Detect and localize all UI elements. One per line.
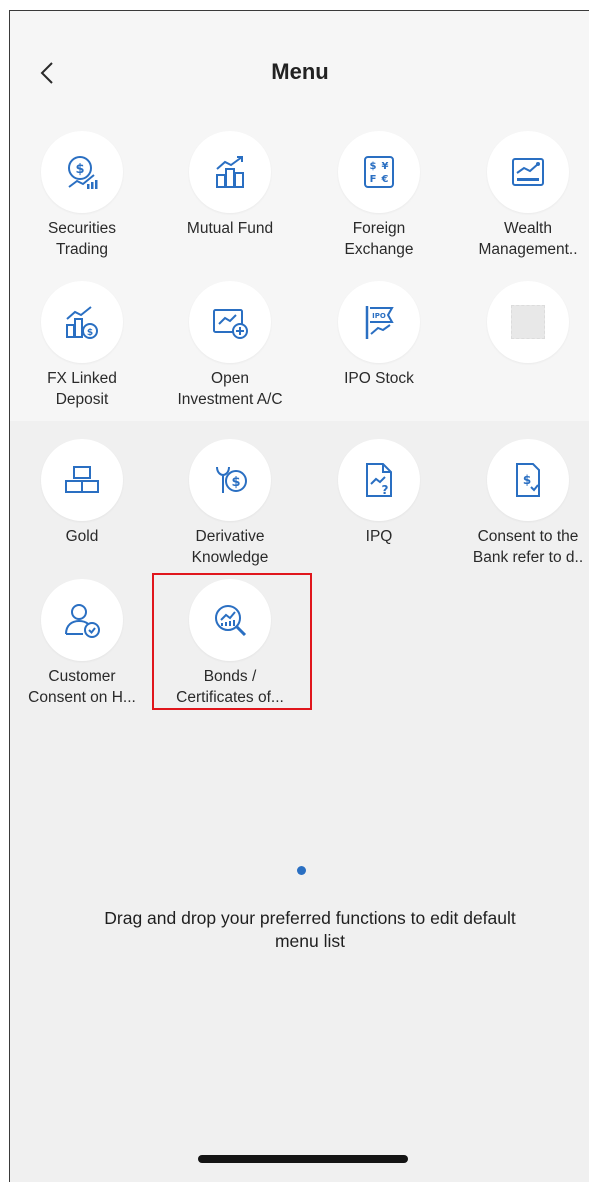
ipo-badge: IPO bbox=[372, 312, 386, 320]
menu-item-ipq[interactable]: ? IPQ bbox=[304, 439, 454, 579]
menu-item-consent-bank-refer[interactable]: $ Consent to the Bank refer to d.. bbox=[453, 439, 589, 579]
currency-glyph: € bbox=[381, 174, 389, 185]
mutual-fund-icon bbox=[216, 156, 244, 188]
icon-circle bbox=[189, 131, 271, 213]
menu-item-label: Consent to the Bank refer to d.. bbox=[472, 528, 584, 566]
menu-item-foreign-exchange[interactable]: $ ¥ F € Foreign Exchange bbox=[304, 131, 454, 271]
ipo-flag-icon: IPO bbox=[365, 306, 394, 339]
menu-item-open-investment-account[interactable]: Open Investment A/C bbox=[155, 281, 305, 421]
empty-slot-icon bbox=[511, 305, 545, 339]
dollar-glyph: $ bbox=[231, 475, 240, 490]
icon-circle: IPO bbox=[338, 281, 420, 363]
selection-highlight bbox=[152, 573, 312, 710]
menu-item-label: IPQ bbox=[365, 528, 393, 545]
currency-exchange-icon: $ ¥ F € bbox=[364, 156, 394, 188]
screen-frame: Menu $ Securities Trading Mutual Fund $ … bbox=[9, 10, 589, 1182]
currency-glyph: F bbox=[370, 174, 377, 185]
securities-icon: $ bbox=[68, 156, 98, 189]
svg-text:$: $ bbox=[87, 328, 93, 338]
header: Menu bbox=[10, 11, 589, 121]
menu-row-1: $ Securities Trading Mutual Fund $ ¥ F €… bbox=[10, 131, 589, 271]
icon-circle bbox=[41, 579, 123, 661]
gold-bars-icon bbox=[65, 466, 99, 493]
menu-item-label: Securities Trading bbox=[47, 220, 117, 258]
menu-item-label: FX Linked Deposit bbox=[47, 370, 117, 408]
menu-row-3: Gold $ Derivative Knowledge ? IPQ $ Cons… bbox=[10, 439, 589, 579]
menu-item-label: Derivative Knowledge bbox=[191, 528, 269, 566]
menu-item-label: Open Investment A/C bbox=[177, 370, 283, 408]
icon-circle: $ bbox=[41, 131, 123, 213]
icon-circle: $ bbox=[189, 439, 271, 521]
menu-item-securities-trading[interactable]: $ Securities Trading bbox=[10, 131, 157, 271]
svg-text:$: $ bbox=[75, 162, 84, 177]
open-account-icon bbox=[213, 309, 248, 339]
questionnaire-icon: ? bbox=[366, 463, 392, 497]
question-glyph: ? bbox=[382, 483, 389, 497]
drag-drop-hint: Drag and drop your preferred functions t… bbox=[104, 908, 516, 951]
wealth-chart-icon bbox=[512, 158, 544, 186]
page-indicator-dot bbox=[297, 866, 306, 875]
icon-circle bbox=[41, 439, 123, 521]
page-title: Menu bbox=[271, 59, 329, 84]
icon-circle: $ ¥ F € bbox=[338, 131, 420, 213]
menu-item-customer-consent[interactable]: Customer Consent on H... bbox=[10, 579, 157, 719]
fx-deposit-icon: $ bbox=[66, 306, 98, 339]
menu-item-label: Foreign Exchange bbox=[344, 220, 414, 258]
menu-item-ipo-stock[interactable]: IPO IPO Stock bbox=[304, 281, 454, 421]
menu-item-fx-linked-deposit[interactable]: $ FX Linked Deposit bbox=[10, 281, 157, 421]
menu-item-label: Customer Consent on H... bbox=[28, 668, 136, 706]
currency-glyph: ¥ bbox=[382, 161, 389, 172]
icon-circle bbox=[487, 131, 569, 213]
icon-circle: $ bbox=[487, 439, 569, 521]
menu-item-mutual-fund[interactable]: Mutual Fund bbox=[155, 131, 305, 271]
icon-circle bbox=[487, 281, 569, 363]
menu-item-gold[interactable]: Gold bbox=[10, 439, 157, 579]
home-indicator[interactable] bbox=[198, 1155, 408, 1163]
icon-circle: ? bbox=[338, 439, 420, 521]
icon-circle bbox=[189, 281, 271, 363]
dollar-glyph: $ bbox=[523, 473, 531, 487]
menu-item-label: Gold bbox=[65, 528, 99, 545]
currency-glyph: $ bbox=[370, 161, 377, 172]
menu-item-label: Mutual Fund bbox=[186, 220, 274, 237]
menu-item-wealth-management[interactable]: Wealth Management.. bbox=[453, 131, 589, 271]
menu-item-label: IPO Stock bbox=[344, 370, 414, 387]
icon-circle: $ bbox=[41, 281, 123, 363]
menu-item-derivative-knowledge[interactable]: $ Derivative Knowledge bbox=[155, 439, 305, 579]
derivative-icon: $ bbox=[216, 466, 247, 493]
menu-item-empty-slot[interactable] bbox=[453, 281, 589, 421]
consent-document-icon: $ bbox=[516, 463, 540, 497]
customer-consent-icon bbox=[65, 604, 100, 638]
menu-row-2: $ FX Linked Deposit Open Investment A/C bbox=[10, 281, 589, 421]
menu-item-label: Wealth Management.. bbox=[478, 220, 578, 258]
